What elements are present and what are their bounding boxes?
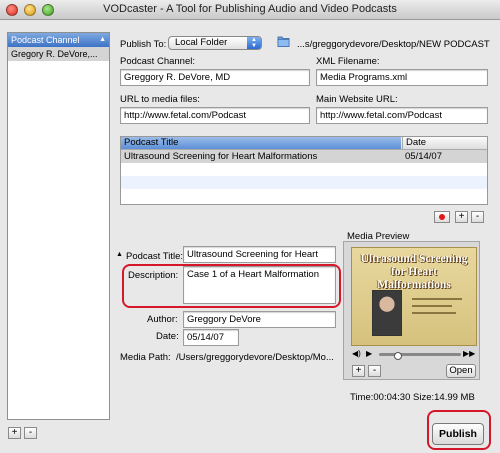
channel-list-header-label: Podcast Channel [11, 35, 80, 45]
url-media-label: URL to media files: [120, 94, 200, 105]
channel-list[interactable]: Podcast Channel ▲ Gregory R. DeVore,... [7, 32, 110, 420]
window-title: VODcaster - A Tool for Publishing Audio … [103, 3, 397, 15]
episode-date-cell: 05/14/07 [405, 151, 442, 162]
sort-ascending-icon: ▲ [99, 36, 106, 43]
volume-icon[interactable]: ◀) [352, 349, 361, 359]
main-site-url-field[interactable]: http://www.fetal.com/Podcast [316, 107, 488, 124]
media-path-value: /Users/greggorydevore/Desktop/Mo... [176, 352, 334, 363]
popup-arrows-icon: ▲ ▼ [247, 37, 261, 49]
url-media-field[interactable]: http://www.fetal.com/Podcast [120, 107, 310, 124]
title-bar: VODcaster - A Tool for Publishing Audio … [0, 0, 500, 20]
media-path-label: Media Path: [120, 352, 171, 363]
publish-to-label: Publish To: [120, 39, 167, 50]
add-episode-button[interactable]: + [455, 211, 468, 223]
publish-to-value: Local Folder [175, 37, 228, 48]
author-field[interactable]: Greggory DeVore [183, 311, 336, 328]
record-button[interactable] [434, 211, 450, 223]
publish-button[interactable]: Publish [432, 423, 484, 445]
date-label: Date: [156, 331, 179, 342]
publish-path: ...s/greggorydevore/Desktop/NEW PODCAST [297, 39, 490, 50]
podcast-title-label: Podcast Title: [126, 251, 184, 262]
presenter-photo [372, 290, 402, 336]
episodes-table[interactable]: Podcast Title Date Ultrasound Screening … [120, 136, 488, 205]
podcast-channel-label: Podcast Channel: [120, 56, 195, 67]
remove-channel-button[interactable]: - [24, 427, 37, 439]
publish-to-select[interactable]: Local Folder ▲ ▼ [168, 36, 262, 50]
remove-episode-button[interactable]: - [471, 211, 484, 223]
channel-list-item[interactable]: Gregory R. DeVore,... [8, 47, 109, 61]
column-header-date[interactable]: Date [402, 137, 426, 149]
table-row-empty [121, 163, 487, 176]
description-highlight-annotation [122, 264, 341, 308]
table-row-empty [121, 189, 487, 202]
media-info: Time:00:04:30 Size:14.99 MB [350, 392, 475, 403]
step-forward-icon[interactable]: ▶▶ [463, 349, 475, 359]
table-row-empty [121, 176, 487, 189]
zoom-out-button[interactable]: - [368, 365, 381, 377]
scrubber-knob[interactable] [393, 352, 402, 360]
author-label: Author: [147, 314, 178, 325]
xml-filename-field[interactable]: Media Programs.xml [316, 69, 488, 86]
channel-list-header[interactable]: Podcast Channel ▲ [8, 33, 109, 47]
collapse-triangle-icon[interactable]: ▲ [116, 251, 123, 258]
column-header-title[interactable]: Podcast Title [121, 137, 401, 149]
media-preview-video[interactable]: Ultrasound Screening for Heart Malformat… [351, 247, 477, 346]
episode-title-cell: Ultrasound Screening for Heart Malformat… [124, 151, 318, 162]
podcast-title-field[interactable]: Ultrasound Screening for Heart [183, 246, 336, 263]
play-icon[interactable]: ▶ [366, 349, 372, 359]
slide-title: Ultrasound Screening for Heart Malformat… [360, 253, 468, 291]
main-site-url-label: Main Website URL: [316, 94, 398, 105]
playback-controls: ◀) ▶ ▶▶ [351, 349, 477, 361]
slide-text-lines [412, 298, 462, 319]
folder-icon[interactable] [277, 34, 291, 48]
zoom-in-button[interactable]: + [352, 365, 365, 377]
playback-scrubber[interactable] [379, 352, 461, 360]
table-row[interactable]: Ultrasound Screening for Heart Malformat… [121, 150, 487, 163]
xml-filename-label: XML Filename: [316, 56, 380, 67]
open-media-button[interactable]: Open [446, 364, 476, 378]
add-channel-button[interactable]: + [8, 427, 21, 439]
podcast-channel-field[interactable]: Greggory R. DeVore, MD [120, 69, 310, 86]
table-header: Podcast Title Date [121, 137, 487, 150]
date-field[interactable]: 05/14/07 [183, 329, 239, 346]
